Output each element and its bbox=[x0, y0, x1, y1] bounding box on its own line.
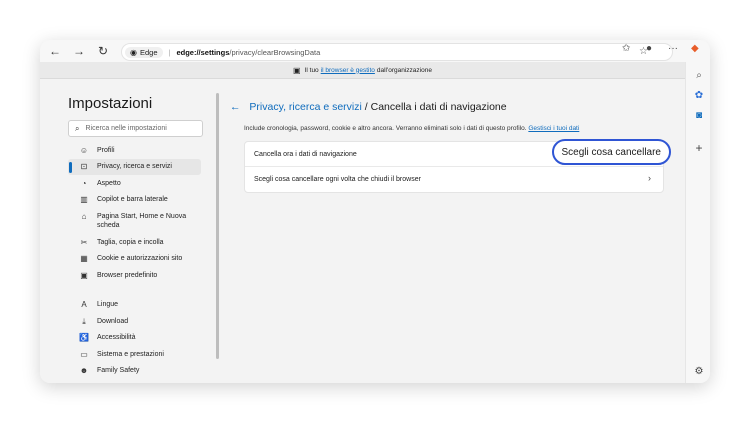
sidebar-item-label: Cookie e autorizzazioni sito bbox=[97, 255, 183, 262]
banner-prefix: Il tuo bbox=[304, 66, 319, 74]
address-separator: | bbox=[168, 47, 171, 57]
sidebar-item-cut-copy-paste[interactable]: ✂ Taglia, copia e incolla bbox=[68, 234, 201, 251]
gear-icon[interactable]: ⚙ bbox=[692, 364, 706, 378]
download-icon: ⤓ bbox=[82, 316, 86, 326]
profile-icon: ☺ bbox=[79, 145, 89, 155]
family-icon: ☻ bbox=[79, 366, 89, 375]
browser-icon: ▣ bbox=[80, 270, 88, 280]
menu-icon[interactable]: ··· bbox=[668, 43, 678, 54]
sidebar-item-label: Aspetto bbox=[97, 179, 121, 187]
language-icon: A bbox=[81, 300, 87, 309]
sidebar-item-family-safety[interactable]: ☻ Family Safety bbox=[68, 363, 201, 380]
settings-sidebar: Impostazioni ⌕ Ricerca nelle impostazion… bbox=[58, 79, 218, 383]
edge-chip[interactable]: ◉ Edge bbox=[125, 46, 163, 58]
sidebar-item-start-page[interactable]: ⌂ Pagina Start, Home e Nuova scheda bbox=[68, 208, 201, 234]
forward-button[interactable]: → bbox=[70, 42, 88, 60]
sidebar-item-label: Pagina Start, Home e Nuova scheda bbox=[97, 212, 187, 230]
copilot-icon[interactable]: ◆ bbox=[691, 43, 699, 54]
clear-now-row: Cancella ora i dati di navigazione Scegl… bbox=[245, 139, 671, 167]
sidebar-item-cookies[interactable]: ▦ Cookie e autorizzazioni sito bbox=[68, 251, 201, 268]
page-title: Cancella i dati di navigazione bbox=[370, 101, 507, 113]
chevron-right-icon: › bbox=[648, 173, 651, 183]
breadcrumb: ← Privacy, ricerca e servizi / Cancella … bbox=[230, 101, 507, 113]
address-bar[interactable]: ◉ Edge | edge://settings/privacy/clearBr… bbox=[121, 43, 673, 61]
lock-icon: ⊡ bbox=[80, 162, 88, 171]
favorites-icon[interactable]: ✩ bbox=[622, 43, 630, 54]
settings-title: Impostazioni bbox=[68, 95, 153, 112]
sidebar-item-label: Taglia, copia e incolla bbox=[97, 238, 164, 246]
sidebar-item-download[interactable]: ⤓ Download bbox=[68, 313, 201, 330]
laptop-icon: ▭ bbox=[80, 349, 88, 359]
sidebar-item-label: Sistema e prestazioni bbox=[97, 350, 164, 358]
settings-nav: ☺ Profili ⊡ Privacy, ricerca e servizi ◔ As… bbox=[68, 142, 201, 379]
settings-search-input[interactable]: ⌕ Ricerca nelle impostazioni bbox=[68, 120, 203, 137]
edge-chip-label: Edge bbox=[139, 47, 158, 57]
search-icon: ⌕ bbox=[75, 123, 80, 133]
sidebar-item-system[interactable]: ▭ Sistema e prestazioni bbox=[68, 346, 201, 363]
sidebar-item-label: Lingue bbox=[97, 301, 119, 308]
sidebar-item-label: Profili bbox=[97, 146, 115, 154]
breadcrumb-separator: / bbox=[364, 101, 368, 113]
refresh-button[interactable]: ↻ bbox=[94, 42, 112, 60]
manage-data-link[interactable]: Gestisci i tuoi dati bbox=[528, 125, 579, 132]
sidebar-item-accessibility[interactable]: ♿ Accessibilità bbox=[68, 330, 201, 347]
browser-toolbar: ← → ↻ ◉ Edge | edge://settings/privacy/c… bbox=[40, 40, 710, 62]
outlook-icon[interactable]: ◙ bbox=[692, 108, 706, 122]
sidebar-item-default-browser[interactable]: ▣ Browser predefinito bbox=[68, 267, 201, 284]
clear-now-label: Cancella ora i dati di navigazione bbox=[254, 150, 357, 158]
sidebar-item-privacy[interactable]: ⊡ Privacy, ricerca e servizi bbox=[68, 158, 201, 175]
banner-managed-link[interactable]: il browser è gestito bbox=[321, 67, 375, 74]
sidebar-item-copilot[interactable]: ▥ Copilot e barra laterale bbox=[68, 192, 201, 209]
url-text: edge://settings/privacy/clearBrowsingDat… bbox=[176, 47, 321, 57]
description-text: Include cronologia, password, cookie e a… bbox=[244, 125, 527, 132]
profile-avatar-icon[interactable]: ● bbox=[646, 43, 652, 54]
sidebar-item-lingue[interactable]: A Lingue bbox=[68, 297, 201, 314]
browser-window: ← → ↻ ◉ Edge | edge://settings/privacy/c… bbox=[40, 40, 710, 383]
back-arrow-icon[interactable]: ← bbox=[230, 101, 241, 113]
sidebar-panel-icon: ▥ bbox=[80, 195, 88, 204]
managed-banner: ▣ Il tuo il browser è gestito dall'organ… bbox=[40, 62, 685, 79]
clear-on-close-label: Scegli cosa cancellare ogni volta che ch… bbox=[254, 175, 421, 183]
appearance-icon: ◔ bbox=[81, 178, 87, 188]
sidebar-item-label: Download bbox=[97, 317, 129, 325]
clipboard-icon: ✂ bbox=[80, 237, 88, 247]
cookie-icon: ▦ bbox=[80, 254, 88, 263]
clear-on-close-row[interactable]: Scegli cosa cancellare ogni volta che ch… bbox=[245, 167, 663, 191]
sidebar-item-label: Browser predefinito bbox=[97, 271, 158, 279]
sidebar-item-label: Accessibilità bbox=[97, 334, 136, 341]
banner-suffix: dall'organizzazione bbox=[376, 66, 432, 74]
sidebar-item-label: Copilot e barra laterale bbox=[97, 196, 168, 203]
home-icon: ⌂ bbox=[81, 211, 87, 221]
accessibility-icon: ♿ bbox=[79, 333, 89, 342]
sidebar-item-label: Family Safety bbox=[97, 367, 140, 374]
page-description: Include cronologia, password, cookie e a… bbox=[244, 125, 579, 132]
back-button[interactable]: ← bbox=[46, 42, 64, 60]
add-icon[interactable]: + bbox=[692, 141, 706, 155]
choose-what-to-clear-button[interactable]: Scegli cosa cancellare bbox=[551, 139, 671, 165]
briefcase-icon: ▣ bbox=[293, 65, 301, 75]
settings-page: Impostazioni ⌕ Ricerca nelle impostazion… bbox=[40, 79, 685, 383]
breadcrumb-privacy-link[interactable]: Privacy, ricerca e servizi bbox=[249, 101, 361, 113]
sidebar-item-label: Privacy, ricerca e servizi bbox=[97, 163, 172, 170]
right-sidebar: ⌕ ✿ ◙ + ⚙ bbox=[685, 62, 710, 383]
copilot-rail-icon[interactable]: ✿ bbox=[692, 88, 706, 102]
search-icon[interactable]: ⌕ bbox=[692, 68, 706, 82]
search-placeholder: Ricerca nelle impostazioni bbox=[85, 125, 167, 132]
sidebar-item-aspetto[interactable]: ◔ Aspetto bbox=[68, 175, 201, 192]
edge-logo-icon: ◉ bbox=[130, 47, 137, 57]
sidebar-item-profili[interactable]: ☺ Profili bbox=[68, 142, 201, 159]
sidebar-scrollbar[interactable] bbox=[216, 93, 219, 359]
clear-data-card: Cancella ora i dati di navigazione Scegl… bbox=[244, 139, 671, 193]
